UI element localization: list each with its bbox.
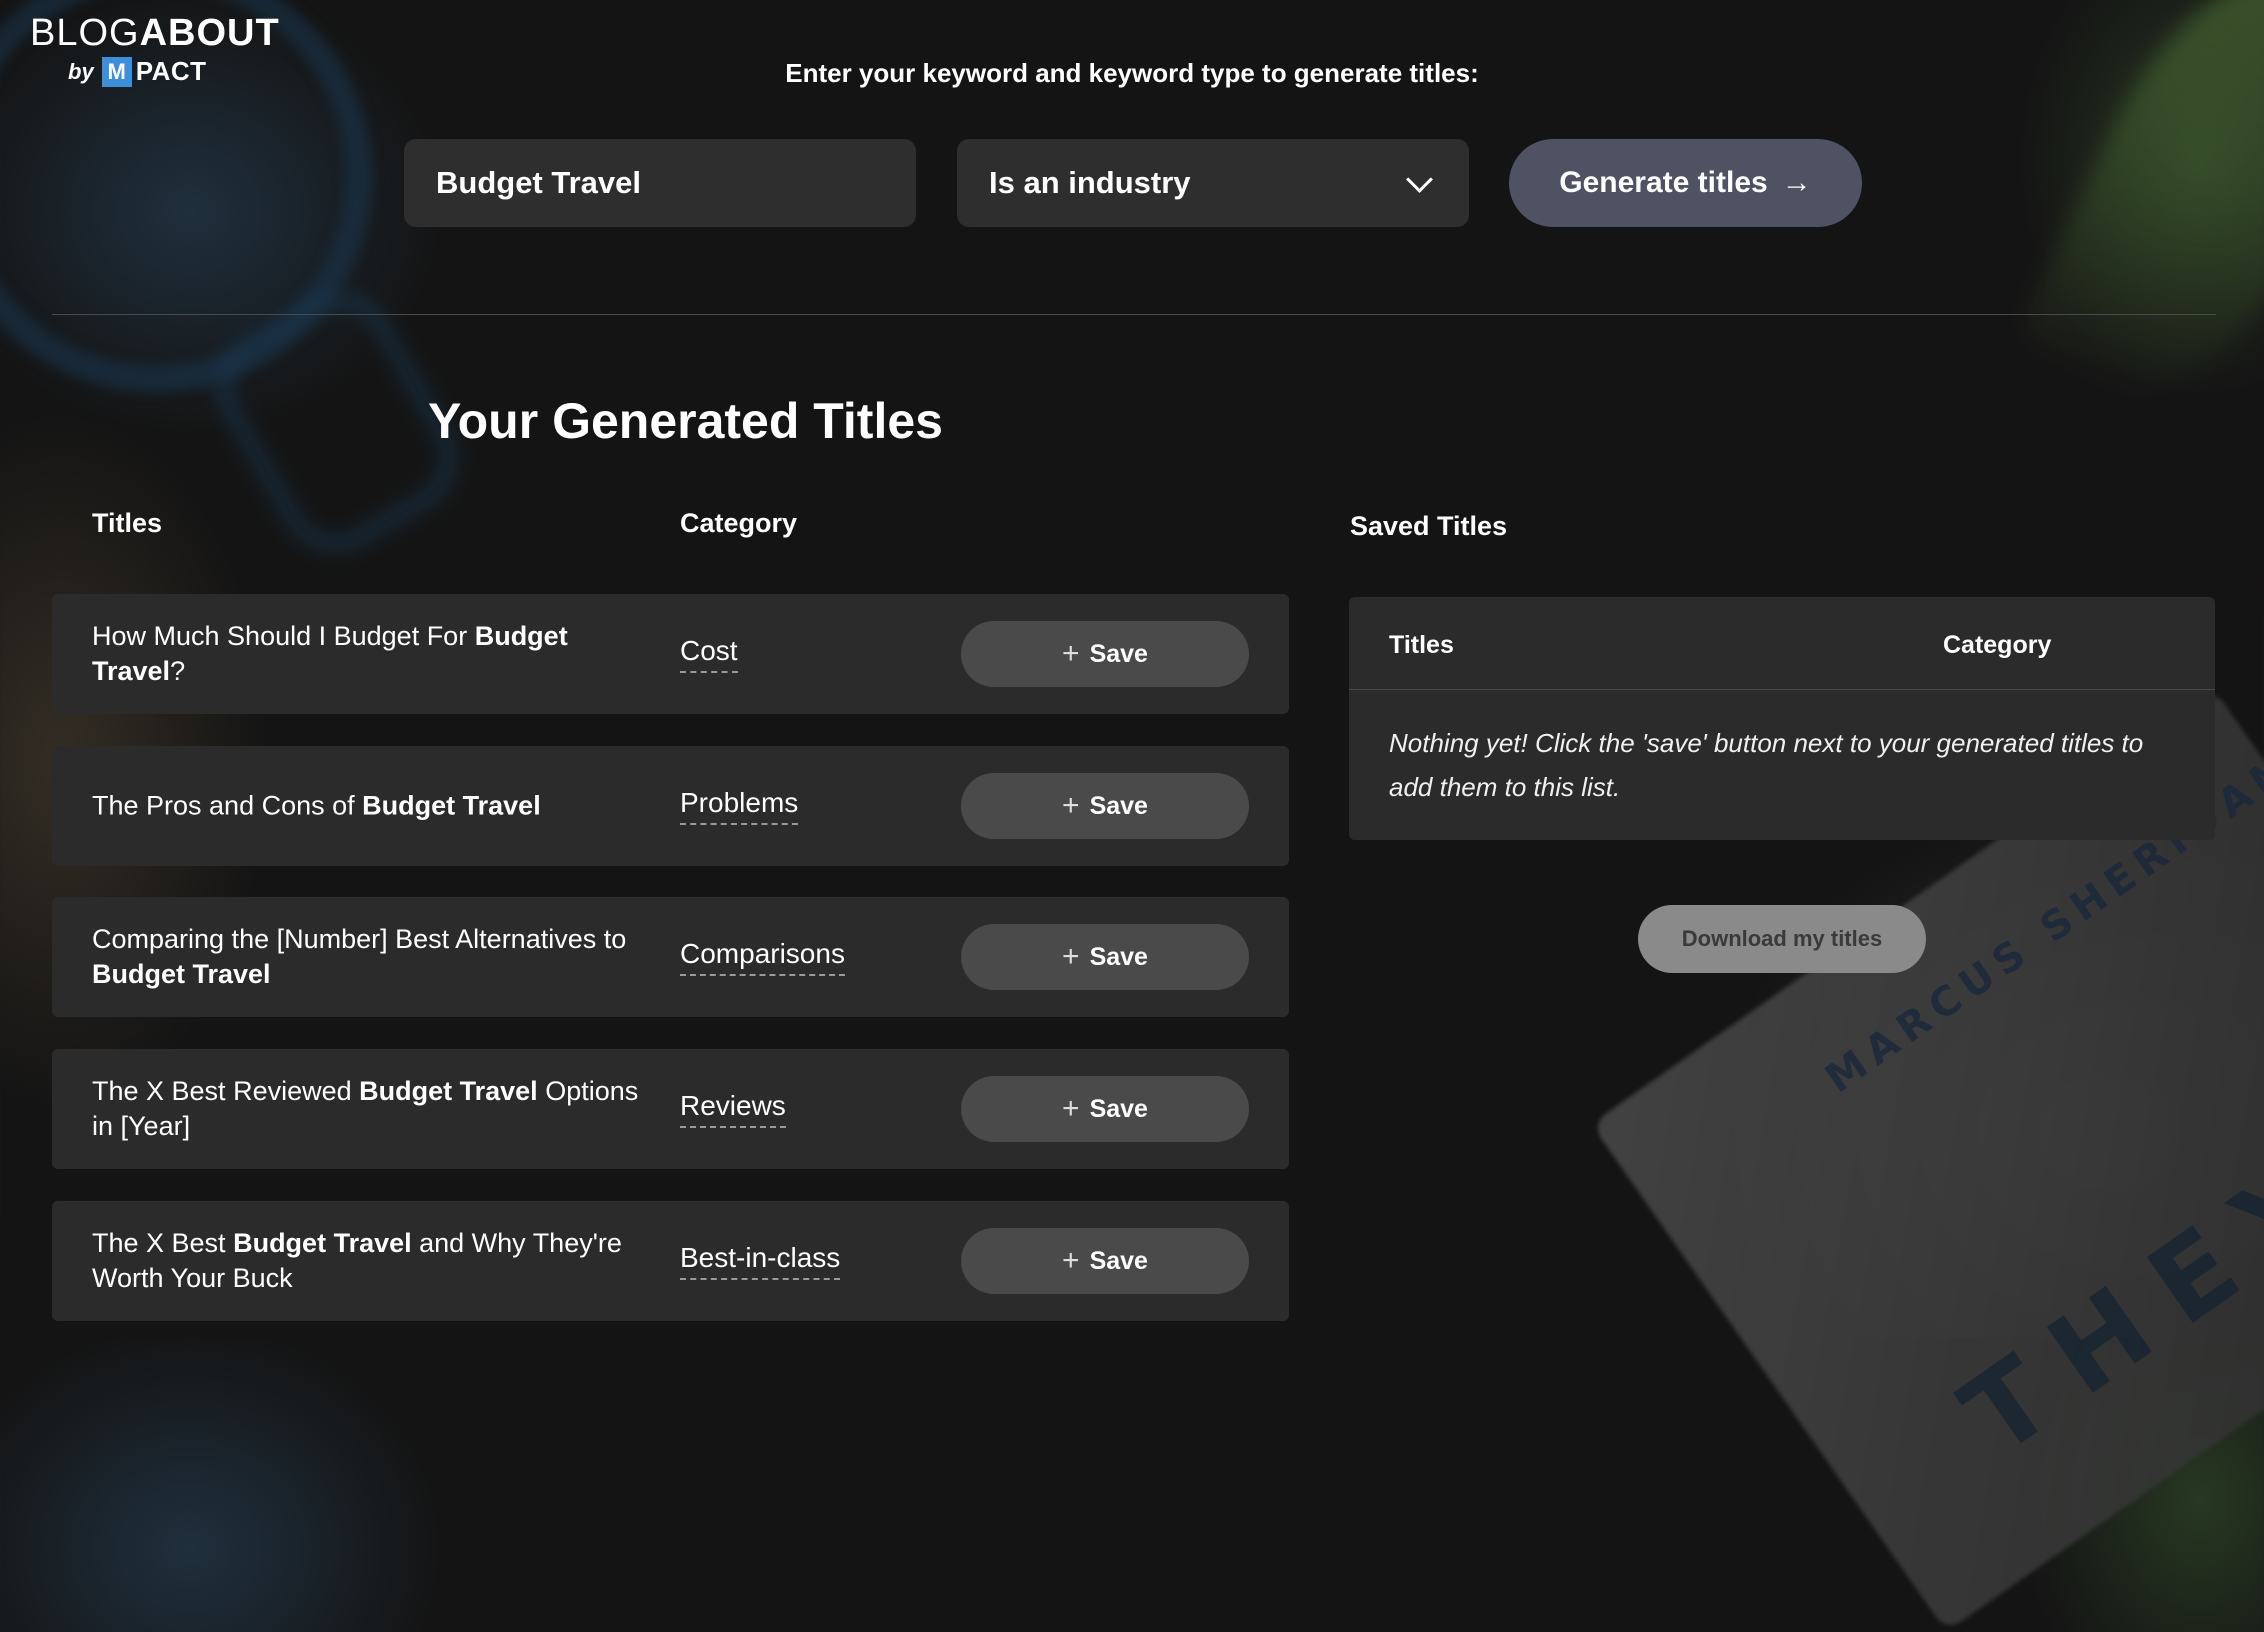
category-label[interactable]: Reviews xyxy=(680,1090,786,1128)
save-button[interactable]: + Save xyxy=(961,924,1249,990)
save-button[interactable]: + Save xyxy=(961,1228,1249,1294)
save-button[interactable]: + Save xyxy=(961,1076,1249,1142)
plus-icon: + xyxy=(1062,637,1080,670)
generate-titles-label: Generate titles xyxy=(1559,166,1768,199)
download-titles-button[interactable]: Download my titles xyxy=(1638,905,1926,973)
generated-title: The X Best Budget Travel and Why They're… xyxy=(92,1228,622,1293)
category-label[interactable]: Problems xyxy=(680,787,799,825)
category-label[interactable]: Best-in-class xyxy=(680,1242,841,1280)
plus-icon: + xyxy=(1062,789,1080,822)
divider xyxy=(52,314,2216,315)
chevron-down-icon xyxy=(1406,165,1433,193)
generated-title: How Much Should I Budget For Budget Trav… xyxy=(92,621,568,686)
column-header-category: Category xyxy=(680,508,798,538)
generated-title: The X Best Reviewed Budget Travel Option… xyxy=(92,1076,639,1141)
plus-icon: + xyxy=(1062,1244,1080,1277)
generated-title: The Pros and Cons of Budget Travel xyxy=(92,790,541,821)
generate-titles-button[interactable]: Generate titles → xyxy=(1509,139,1862,227)
keyword-input[interactable] xyxy=(404,139,916,227)
saved-column-titles: Titles xyxy=(1389,631,1454,659)
table-row: The X Best Reviewed Budget Travel Option… xyxy=(52,1049,1289,1169)
saved-column-category: Category xyxy=(1943,631,2052,659)
logo-wordmark: BLOGABOUT xyxy=(30,12,280,54)
plus-icon: + xyxy=(1062,1092,1080,1125)
category-label[interactable]: Cost xyxy=(680,635,738,673)
keyword-type-select[interactable]: Is an industry xyxy=(957,139,1469,227)
table-row: Comparing the [Number] Best Alternatives… xyxy=(52,897,1289,1017)
generated-title: Comparing the [Number] Best Alternatives… xyxy=(92,924,627,989)
keyword-type-selected: Is an industry xyxy=(989,165,1191,200)
table-row: The Pros and Cons of Budget Travel Probl… xyxy=(52,746,1289,866)
category-label[interactable]: Comparisons xyxy=(680,938,845,976)
save-button[interactable]: + Save xyxy=(961,621,1249,687)
page-title: Your Generated Titles xyxy=(428,393,943,449)
saved-titles-heading: Saved Titles xyxy=(1350,511,1508,541)
generator-prompt: Enter your keyword and keyword type to g… xyxy=(785,58,1479,88)
table-row: How Much Should I Budget For Budget Trav… xyxy=(52,594,1289,714)
save-button[interactable]: + Save xyxy=(961,773,1249,839)
table-row: The X Best Budget Travel and Why They're… xyxy=(52,1201,1289,1321)
arrow-right-icon: → xyxy=(1781,166,1812,199)
saved-titles-header: Titles Category xyxy=(1349,597,2215,690)
saved-titles-panel: Titles Category Nothing yet! Click the '… xyxy=(1349,597,2215,840)
saved-empty-message: Nothing yet! Click the 'save' button nex… xyxy=(1389,728,2144,802)
plus-icon: + xyxy=(1062,940,1080,973)
column-header-titles: Titles xyxy=(92,508,163,538)
